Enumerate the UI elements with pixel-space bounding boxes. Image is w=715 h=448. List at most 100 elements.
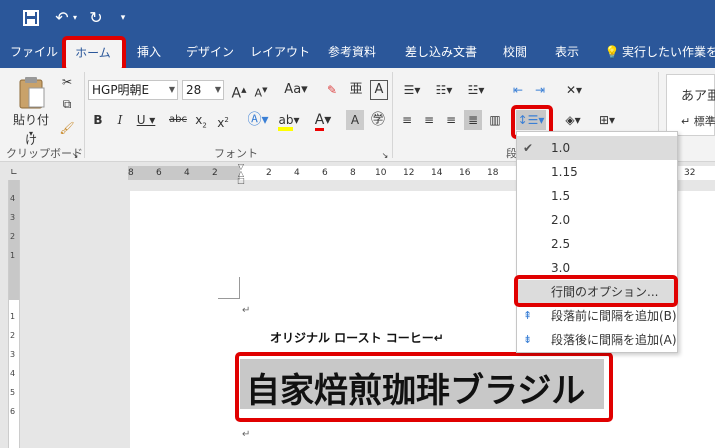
save-icon[interactable]: [20, 6, 42, 30]
tell-me-input[interactable]: 実行したい作業を: [622, 36, 715, 68]
margin-corner: [218, 277, 240, 299]
vertical-ruler: ∟: [0, 162, 28, 448]
title-highlight: [235, 352, 613, 422]
line-spacing-option[interactable]: 2.5: [517, 232, 677, 256]
ruler-number: 4: [184, 168, 190, 178]
copy-icon[interactable]: ⧉: [58, 94, 76, 114]
tab-view[interactable]: 表示: [546, 36, 588, 68]
undo-icon[interactable]: ↶: [52, 6, 72, 30]
ruler-number: 18: [487, 168, 499, 178]
clear-formatting-icon[interactable]: ✎: [322, 80, 342, 100]
line-spacing-option[interactable]: 1.5: [517, 184, 677, 208]
superscript-icon[interactable]: x2: [214, 110, 232, 130]
title-bar: ↶ ▾ ↻ ▾: [0, 0, 715, 36]
tab-file[interactable]: ファイル: [8, 36, 60, 68]
tab-design[interactable]: デザイン: [180, 36, 240, 68]
grow-font-icon[interactable]: A▲: [230, 80, 248, 102]
ruler-number: 10: [375, 168, 387, 178]
vruler-number: 3: [10, 213, 16, 222]
text-effects-icon[interactable]: Ⓐ▾: [244, 110, 272, 130]
tab-insert[interactable]: 挿入: [128, 36, 170, 68]
paragraph-mark: ↵: [242, 429, 251, 440]
font-group-label: フォント: [214, 147, 258, 160]
tab-references[interactable]: 参考資料: [320, 36, 384, 68]
line-spacing-option[interactable]: 2.0: [517, 208, 677, 232]
vruler-number: 2: [10, 232, 16, 241]
strikethrough-icon[interactable]: abc: [166, 110, 190, 130]
borders-icon[interactable]: ⊞▾: [594, 110, 620, 130]
document-subtitle: オリジナル ロースト コーヒー↵: [270, 331, 444, 345]
shading-icon[interactable]: ◈▾: [560, 110, 586, 130]
align-right-icon[interactable]: ≡: [442, 110, 460, 130]
bullets-icon[interactable]: ☰▾: [398, 80, 426, 100]
vruler-number: 1: [10, 251, 16, 260]
space-before-icon: ⇞: [523, 309, 533, 322]
ruler-number: 6: [156, 168, 162, 178]
line-spacing-menu: ✔ 1.0 1.15 1.5 2.0 2.5 3.0 行間のオプション... ⇞…: [516, 131, 678, 353]
align-left-icon[interactable]: ≡: [398, 110, 416, 130]
ruler-number: 8: [128, 168, 134, 178]
decrease-indent-icon[interactable]: ⇤: [508, 80, 528, 100]
ruler-number: 6: [322, 168, 328, 178]
style-normal-preview[interactable]: あア亜 ↵ 標準: [666, 74, 715, 136]
vruler-number: 4: [10, 194, 16, 203]
line-spacing-option[interactable]: 1.15: [517, 160, 677, 184]
cut-icon[interactable]: ✂: [58, 72, 76, 92]
multilevel-list-icon[interactable]: ☳▾: [462, 80, 490, 100]
ruler-number: 8: [350, 168, 356, 178]
vruler-number: 1: [10, 312, 16, 321]
ruler-number: 14: [431, 168, 443, 178]
vruler-number: 5: [10, 388, 16, 397]
ruler-number: 16: [459, 168, 471, 178]
text-direction-icon[interactable]: ✕▾: [560, 80, 588, 100]
font-color-icon[interactable]: A▾: [310, 110, 336, 131]
increase-indent-icon[interactable]: ⇥: [530, 80, 550, 100]
vruler-number: 2: [10, 331, 16, 340]
chevron-down-icon: ▼: [168, 85, 175, 94]
style-name: ↵ 標準: [681, 115, 715, 128]
font-size-combo[interactable]: 28 ▼: [182, 80, 224, 100]
change-case-icon[interactable]: Aa▾: [282, 80, 310, 100]
font-name-combo[interactable]: HGP明朝E ▼: [88, 80, 178, 100]
ruler-number: 2: [212, 168, 218, 178]
line-spacing-options-highlight: [514, 275, 678, 307]
bold-icon[interactable]: B: [90, 110, 106, 130]
add-space-before-item[interactable]: ⇞ 段落前に間隔を追加(B): [517, 304, 677, 328]
line-spacing-option[interactable]: ✔ 1.0: [517, 136, 677, 160]
add-space-after-item[interactable]: ⇟ 段落後に間隔を追加(A): [517, 328, 677, 352]
highlight-color-icon[interactable]: ab▾: [276, 110, 302, 131]
ruler-number: 32: [684, 168, 696, 178]
redo-icon[interactable]: ↻: [86, 6, 106, 30]
vruler-number: 4: [10, 369, 16, 378]
paste-icon[interactable]: [18, 76, 46, 110]
shrink-font-icon[interactable]: A▼: [252, 80, 270, 100]
phonetic-guide-icon[interactable]: 亜: [346, 80, 366, 100]
align-center-icon[interactable]: ≡: [420, 110, 438, 130]
justify-icon[interactable]: ≣: [464, 110, 482, 130]
font-size-value: 28: [186, 83, 202, 97]
character-border-icon[interactable]: A: [370, 80, 388, 100]
numbering-icon[interactable]: ☷▾: [430, 80, 458, 100]
ruler-number: 4: [294, 168, 300, 178]
italic-icon[interactable]: I: [112, 110, 128, 130]
paragraph-mark: ↵: [242, 305, 251, 316]
format-painter-icon[interactable]: 🖌: [58, 118, 76, 138]
subscript-icon[interactable]: x2: [192, 110, 210, 130]
ruler-number: 2: [266, 168, 272, 178]
tab-mailings[interactable]: 差し込み文書: [398, 36, 484, 68]
character-shading-icon[interactable]: A: [346, 110, 364, 130]
customize-qat-icon[interactable]: ▾: [116, 6, 130, 30]
tab-selector-button[interactable]: ∟: [6, 166, 22, 180]
font-name-value: HGP明朝E: [92, 83, 150, 97]
style-sample: あア亜: [681, 89, 715, 104]
distributed-icon[interactable]: ▥: [486, 110, 504, 130]
paste-dropdown-icon[interactable]: ▾: [24, 124, 38, 144]
underline-icon[interactable]: U ▾: [134, 110, 158, 130]
undo-dropdown-icon[interactable]: ▾: [70, 6, 80, 30]
ruler-number: 12: [403, 168, 415, 178]
enclose-characters-icon[interactable]: ㊫: [368, 110, 388, 130]
chevron-down-icon: ▼: [214, 85, 221, 94]
tab-layout[interactable]: レイアウト: [248, 36, 312, 68]
vruler-number: 3: [10, 350, 16, 359]
tab-review[interactable]: 校閲: [494, 36, 536, 68]
